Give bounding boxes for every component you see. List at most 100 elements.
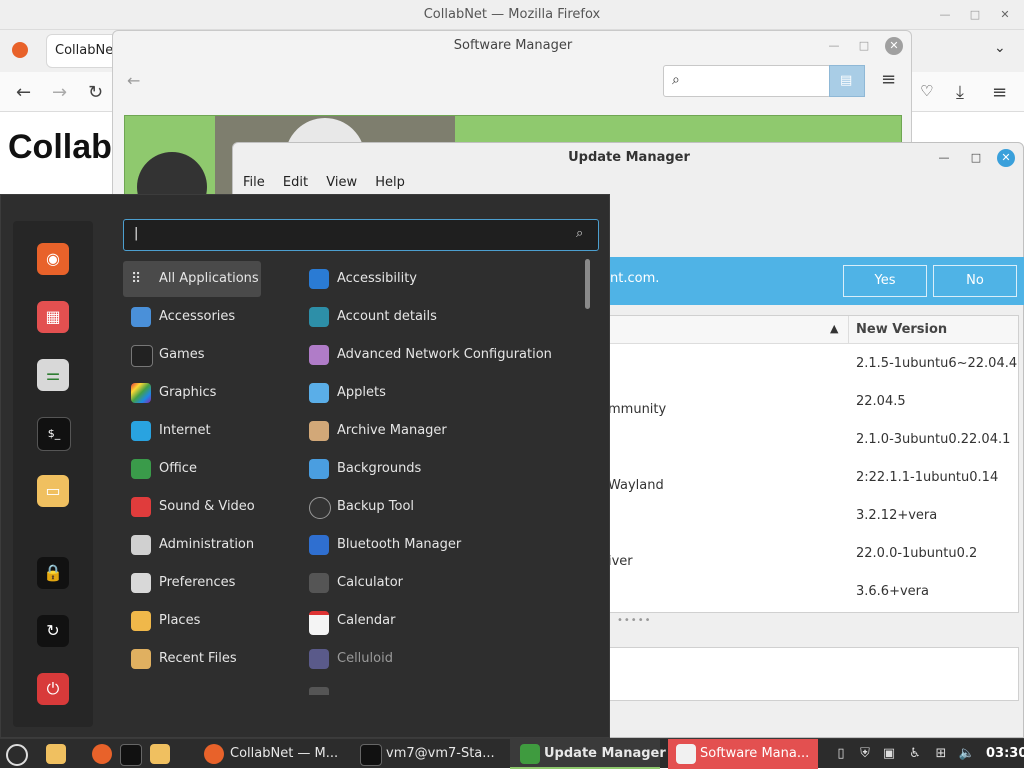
menu-file[interactable]: File xyxy=(243,175,265,190)
backup-icon xyxy=(309,497,331,519)
application-menu: ◉ ▦ ⚌ $_ ▭ 🔒 ↻ ⏻ | ⌕ ⠿ All Applications … xyxy=(0,194,610,738)
app-label: Calendar xyxy=(337,613,396,628)
minimize-icon[interactable]: — xyxy=(825,37,843,55)
maximize-icon[interactable]: □ xyxy=(966,6,984,24)
category-preferences[interactable]: Preferences xyxy=(123,565,261,601)
mint-menu-icon[interactable] xyxy=(6,744,28,766)
app-calendar[interactable]: Calendar xyxy=(301,603,581,639)
software-manager-icon[interactable]: ▦ xyxy=(37,301,69,333)
shield-tray-icon[interactable]: ⛨ xyxy=(856,745,874,763)
category-internet[interactable]: Internet xyxy=(123,413,261,449)
firefox-icon[interactable]: ◉ xyxy=(37,243,69,275)
menu-edit[interactable]: Edit xyxy=(283,175,308,190)
sound-video-icon xyxy=(131,497,151,517)
files-icon[interactable]: ▭ xyxy=(37,475,69,507)
category-label: Sound & Video xyxy=(159,499,255,514)
taskbar-window-update-manager[interactable]: Update Manager xyxy=(510,739,666,769)
info-text: nt.com. xyxy=(610,271,660,286)
taskbar-window-software-manager[interactable]: Software Mana... xyxy=(668,739,818,769)
tab-label: CollabNe xyxy=(55,43,114,58)
no-button[interactable]: No xyxy=(933,265,1017,297)
menu-help[interactable]: Help xyxy=(375,175,405,190)
category-sound-video[interactable]: Sound & Video xyxy=(123,489,261,525)
category-graphics[interactable]: Graphics xyxy=(123,375,261,411)
forward-arrow-icon[interactable]: → xyxy=(52,82,67,103)
window-label: vm7@vm7-Sta... xyxy=(386,746,495,761)
close-icon[interactable]: ✕ xyxy=(996,6,1014,24)
category-label: Internet xyxy=(159,423,211,438)
terminal-icon[interactable] xyxy=(120,744,142,766)
files-icon[interactable] xyxy=(46,744,66,764)
volume-icon[interactable]: 🔈 xyxy=(958,745,976,763)
window-label: CollabNet — M... xyxy=(230,746,339,761)
yes-button[interactable]: Yes xyxy=(843,265,927,297)
app-backgrounds[interactable]: Backgrounds xyxy=(301,451,581,487)
minimize-icon[interactable]: — xyxy=(936,6,954,24)
tray-icon[interactable]: ▣ xyxy=(880,745,898,763)
app-account-details[interactable]: Account details xyxy=(301,299,581,335)
category-all-applications[interactable]: ⠿ All Applications xyxy=(123,261,261,297)
close-icon[interactable]: ✕ xyxy=(997,149,1015,167)
network-icon[interactable]: ⊞ xyxy=(932,745,950,763)
menu-view[interactable]: View xyxy=(326,175,357,190)
back-arrow-icon[interactable]: ← xyxy=(127,71,140,90)
menu-icon[interactable]: ≡ xyxy=(992,82,1007,103)
package-name: mmunity xyxy=(608,402,667,417)
package-version: 2.1.5-1ubuntu6~22.04.4 xyxy=(856,356,1018,371)
logout-icon[interactable]: ↻ xyxy=(37,615,69,647)
app-backup-tool[interactable]: Backup Tool xyxy=(301,489,581,525)
search-input[interactable]: ⌕ xyxy=(663,65,831,97)
category-label: Office xyxy=(159,461,197,476)
column-new-version[interactable]: New Version xyxy=(856,322,947,337)
app-calculator[interactable]: Calculator xyxy=(301,565,581,601)
hamburger-menu-icon[interactable]: ≡ xyxy=(881,69,896,90)
preferences-icon xyxy=(131,573,151,593)
chevron-down-icon[interactable]: ⌄ xyxy=(994,40,1006,56)
close-icon[interactable]: ✕ xyxy=(885,37,903,55)
app-celluloid[interactable]: Celluloid xyxy=(301,641,581,677)
maximize-icon[interactable]: □ xyxy=(967,149,985,167)
terminal-icon[interactable]: $_ xyxy=(37,417,71,451)
category-accessories[interactable]: Accessories xyxy=(123,299,261,335)
app-label: Calculator xyxy=(337,575,404,590)
clock[interactable]: 03:30 xyxy=(986,739,1024,769)
menu-scrollbar[interactable] xyxy=(585,259,590,309)
calendar-icon xyxy=(309,611,329,635)
category-office[interactable]: Office xyxy=(123,451,261,487)
category-recent-files[interactable]: Recent Files xyxy=(123,641,261,677)
clipboard-icon[interactable]: ▯ xyxy=(832,745,850,763)
category-games[interactable]: Games xyxy=(123,337,261,373)
package-name: iver xyxy=(608,554,633,569)
lock-icon[interactable]: 🔒 xyxy=(37,557,69,589)
app-label: Account details xyxy=(337,309,437,324)
settings-icon[interactable]: ⚌ xyxy=(37,359,69,391)
app-archive-manager[interactable]: Archive Manager xyxy=(301,413,581,449)
maximize-icon[interactable]: □ xyxy=(855,37,873,55)
app-advanced-network-configuration[interactable]: Advanced Network Configuration xyxy=(301,337,581,373)
power-icon[interactable]: ⏻ xyxy=(37,673,69,705)
search-details-button[interactable]: ▤ xyxy=(829,65,865,97)
accessibility-tray-icon[interactable]: ♿ xyxy=(906,745,924,763)
search-text: | xyxy=(134,226,139,241)
back-arrow-icon[interactable]: ← xyxy=(16,82,31,103)
calculator-icon xyxy=(309,573,329,593)
reload-icon[interactable]: ↻ xyxy=(88,82,103,103)
category-label: Recent Files xyxy=(159,651,237,666)
download-icon[interactable]: ⤓ xyxy=(956,82,964,103)
category-administration[interactable]: Administration xyxy=(123,527,261,563)
taskbar-window-firefox[interactable]: CollabNet — M... xyxy=(200,739,350,769)
menu-search-input[interactable]: | ⌕ xyxy=(123,219,599,251)
window-label: Software Mana... xyxy=(700,746,810,761)
sort-ascending-icon[interactable]: ▲ xyxy=(830,322,838,335)
app-applets[interactable]: Applets xyxy=(301,375,581,411)
minimize-icon[interactable]: — xyxy=(935,149,953,167)
app-bluetooth-manager[interactable]: Bluetooth Manager xyxy=(301,527,581,563)
firefox-icon[interactable] xyxy=(92,744,112,764)
package-version: 3.6.6+vera xyxy=(856,584,929,599)
folder-icon[interactable] xyxy=(150,744,170,764)
category-places[interactable]: Places xyxy=(123,603,261,639)
taskbar-window-terminal[interactable]: vm7@vm7-Sta... xyxy=(356,739,506,769)
pane-resize-handle[interactable]: ••••• xyxy=(617,615,652,626)
pocket-icon[interactable]: ♡ xyxy=(920,82,933,100)
app-accessibility[interactable]: Accessibility xyxy=(301,261,581,297)
